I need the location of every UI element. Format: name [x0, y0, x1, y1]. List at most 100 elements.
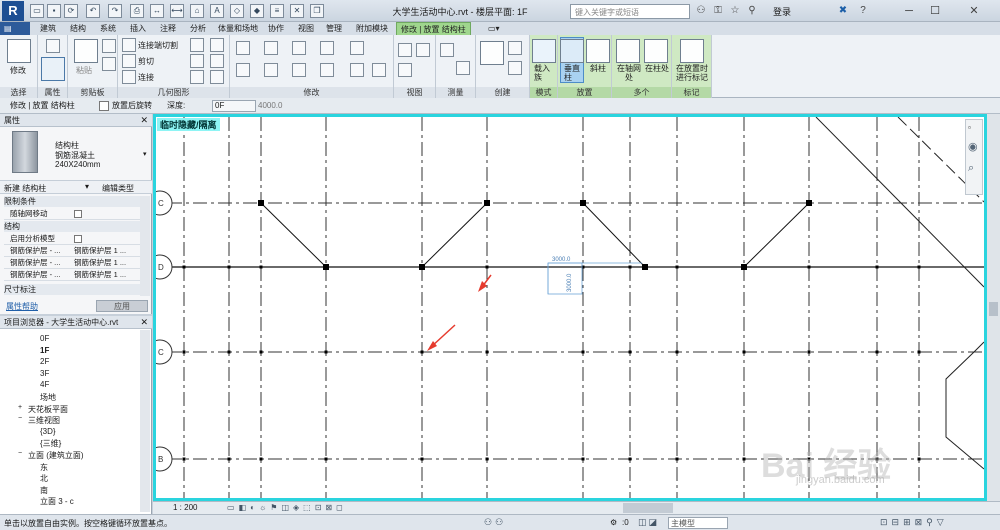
ribbon-toggle-icon[interactable]: ▭▾	[484, 22, 504, 35]
section-structural[interactable]: 结构	[4, 221, 140, 232]
type-dropdown-icon[interactable]: ▾	[143, 150, 147, 158]
edit-type-button[interactable]: 编辑类型	[102, 183, 134, 194]
hammer-icon[interactable]	[210, 70, 224, 84]
undo-icon[interactable]: ↶	[86, 4, 100, 18]
browser-tree-item[interactable]: 场地	[40, 392, 56, 403]
zoom-icon[interactable]: ⌕	[968, 162, 974, 175]
slanted-column-icon[interactable]	[586, 39, 610, 63]
close-properties-icon[interactable]: ✕	[140, 114, 148, 127]
offset-icon[interactable]	[264, 41, 278, 55]
nav-close-icon[interactable]: ▫	[968, 123, 971, 132]
measure-distance-icon[interactable]	[440, 43, 454, 57]
tab-massing-site[interactable]: 体量和场地	[214, 22, 262, 35]
measure-icon[interactable]: ↔	[150, 4, 164, 18]
dimension-icon[interactable]: ⟷	[170, 4, 184, 18]
tab-addins[interactable]: 附加模块	[352, 22, 392, 35]
vertical-column-icon[interactable]	[560, 39, 584, 63]
type-properties-icon[interactable]	[46, 39, 60, 53]
instance-selector-dropdown-icon[interactable]: ▾	[85, 182, 89, 191]
thin-lines-icon[interactable]: ≡	[270, 4, 284, 18]
override-graphics-icon[interactable]	[416, 43, 430, 57]
prop-value[interactable]: 钢筋保护层 1 ...	[74, 257, 126, 269]
print-icon[interactable]: ⎙	[130, 4, 144, 18]
instance-selector[interactable]: 新建 结构柱 ▾ 编辑类型	[0, 180, 152, 194]
browser-tree-item[interactable]: 1F	[40, 346, 49, 355]
design-option-icon[interactable]: ⚙	[610, 518, 617, 527]
section-icon[interactable]: ◆	[250, 4, 264, 18]
properties-icon[interactable]	[41, 57, 65, 81]
modify-arrow-icon[interactable]	[7, 39, 31, 63]
delete-icon[interactable]	[372, 63, 386, 77]
split-icon[interactable]	[350, 41, 364, 55]
steering-wheel-icon[interactable]: ◉	[968, 140, 978, 153]
text-icon[interactable]: A	[210, 4, 224, 18]
save-icon[interactable]: ▪	[47, 4, 61, 18]
create-assembly-icon[interactable]	[480, 41, 504, 65]
tab-insert[interactable]: 插入	[126, 22, 150, 35]
tree-expander-icon[interactable]: −	[18, 450, 22, 457]
view-control-icons[interactable]: ▭◧◐☼⚑◫◈⬚⊡⊠◻	[227, 503, 347, 512]
split-face-icon[interactable]	[190, 38, 204, 52]
tab-annotate[interactable]: 注释	[156, 22, 180, 35]
3d-view-icon[interactable]: ◇	[230, 4, 244, 18]
canvas-vertical-scrollbar[interactable]	[987, 114, 1000, 501]
revit-logo-icon[interactable]: R	[2, 1, 24, 21]
at-columns-icon[interactable]	[644, 39, 668, 63]
open-icon[interactable]: ▭	[30, 4, 44, 18]
browser-tree-item[interactable]: − 立面 (建筑立面)	[18, 450, 84, 461]
tree-expander-icon[interactable]: −	[18, 415, 22, 422]
browser-tree-item[interactable]: 0F	[40, 334, 49, 343]
properties-scrollbar[interactable]	[140, 196, 150, 296]
paste-icon[interactable]	[74, 39, 98, 63]
rotate-after-place-checkbox[interactable]	[99, 101, 109, 111]
main-model-select[interactable]: 主模型	[668, 517, 728, 529]
close-hidden-icon[interactable]: ✕	[290, 4, 304, 18]
tab-view[interactable]: 视图	[294, 22, 318, 35]
scale-icon[interactable]	[350, 63, 364, 77]
scroll-thumb[interactable]	[989, 302, 998, 316]
tab-modify-place-column[interactable]: 修改 | 放置 结构柱	[396, 22, 471, 35]
depth-select[interactable]: 0F	[212, 100, 256, 112]
switch-window-icon[interactable]: ❐	[310, 4, 324, 18]
maximize-button[interactable]: ☐	[922, 0, 948, 22]
selection-filter-icons[interactable]: ⊡⊟⊞⊠⚲▽	[880, 517, 948, 528]
horizontal-scroll-thumb[interactable]	[623, 503, 673, 513]
demolish-icon[interactable]	[210, 54, 224, 68]
tag-on-placement-icon[interactable]	[680, 39, 704, 63]
tab-structure[interactable]: 结构	[66, 22, 90, 35]
redo-icon[interactable]: ↷	[108, 4, 122, 18]
browser-tree-item[interactable]: 北	[40, 473, 48, 484]
at-grids-icon[interactable]	[616, 39, 640, 63]
file-tab[interactable]: ▤	[0, 22, 30, 35]
join-icon[interactable]	[122, 70, 136, 84]
star-icon[interactable]: ☆	[728, 4, 742, 18]
apply-button[interactable]: 应用	[96, 300, 148, 312]
subscription-icon[interactable]: ⚿	[711, 4, 725, 18]
minimize-button[interactable]: ─	[896, 0, 922, 22]
load-family-icon[interactable]	[532, 39, 556, 63]
status-icons[interactable]: ⚇⚇	[484, 517, 506, 528]
login-link[interactable]: 登录	[773, 5, 791, 18]
tab-manage[interactable]: 管理	[322, 22, 346, 35]
user-icon[interactable]: ⚲	[745, 4, 759, 18]
tag-icon[interactable]: ⌂	[190, 4, 204, 18]
browser-tree-item[interactable]: {三维}	[40, 438, 61, 449]
browser-tree-item[interactable]: − 三维视图	[18, 415, 60, 426]
wall-join-icon[interactable]	[190, 54, 204, 68]
view-scale[interactable]: 1 : 200	[173, 503, 197, 512]
tab-analyze[interactable]: 分析	[186, 22, 210, 35]
browser-tree-item[interactable]: 东	[40, 462, 48, 473]
browser-tree-item[interactable]: + 天花板平面	[18, 404, 68, 415]
browser-tree-item[interactable]: 南	[40, 485, 48, 496]
unjoin-icon[interactable]	[190, 70, 204, 84]
mirror-axis-icon[interactable]	[292, 41, 306, 55]
browser-tree-item[interactable]: 2F	[40, 357, 49, 366]
hide-element-icon[interactable]	[398, 43, 412, 57]
linework-icon[interactable]	[398, 63, 412, 77]
aligned-dimension-icon[interactable]	[456, 61, 470, 75]
binoculars-icon[interactable]: ⚇	[694, 4, 708, 18]
close-browser-icon[interactable]: ✕	[140, 316, 148, 329]
copy-element-icon[interactable]	[264, 63, 278, 77]
worksets-icons[interactable]: ◫◪	[638, 517, 659, 528]
trim-icon[interactable]	[320, 41, 334, 55]
